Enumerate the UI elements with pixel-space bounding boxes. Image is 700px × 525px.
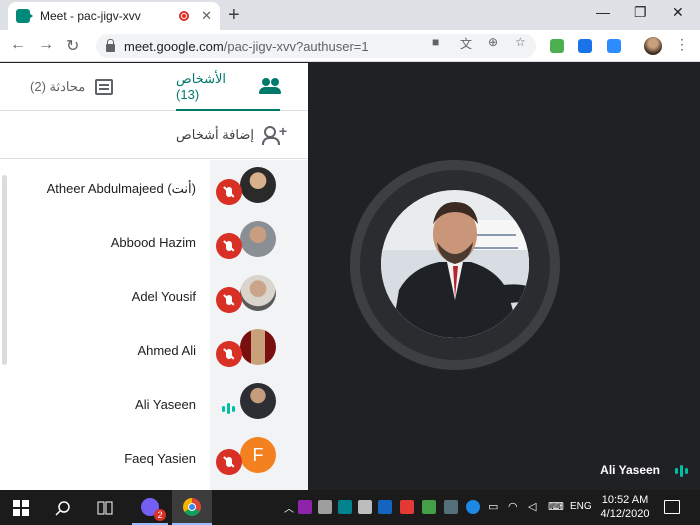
notification-badge: 2 (154, 508, 166, 521)
people-tab-label: الأشخاص (13) (176, 70, 226, 102)
speaker-video-portrait (381, 190, 529, 338)
avatar (240, 221, 276, 257)
mic-off-icon (216, 233, 242, 259)
tab-chat[interactable]: محادثة (2) (30, 63, 114, 111)
tray-app-icon[interactable] (318, 500, 332, 514)
url-path: /pac-jigv-xvv?authuser=1 (223, 38, 369, 54)
mic-off-icon (216, 179, 242, 205)
chrome-taskbar-icon[interactable] (172, 490, 212, 525)
tab-close-icon[interactable]: ✕ (201, 8, 212, 24)
browser-tab[interactable]: Meet - pac-jigv-xvv ✕ (8, 2, 220, 30)
scrollbar[interactable] (2, 175, 7, 365)
battery-icon[interactable]: ▭ (488, 500, 502, 514)
avatar (240, 383, 276, 419)
chat-icon (95, 79, 114, 95)
participant-name: Adel Yousif (131, 289, 196, 304)
zoom-extension-icon[interactable] (607, 39, 621, 53)
tab-people[interactable]: الأشخاص (13) (176, 63, 282, 111)
participant-name: Atheer Abdulmajeed (أنت) (46, 181, 196, 196)
tray-app-icon[interactable] (298, 500, 312, 514)
profile-avatar[interactable] (644, 37, 662, 55)
participant-name: Ali Yaseen (135, 397, 196, 412)
clock-date: 4/12/2020 (600, 508, 650, 520)
tray-app-icon[interactable] (358, 500, 372, 514)
bluetooth-icon[interactable] (466, 500, 480, 514)
people-panel: الأشخاص (13) محادثة (2) إضافة أشخاص + At… (0, 63, 308, 490)
extension-icon[interactable] (578, 39, 592, 53)
avatar (240, 329, 276, 365)
camera-icon[interactable]: ■ (432, 35, 439, 49)
speaking-indicator-icon (675, 465, 688, 477)
url-host: meet.google.com (124, 38, 224, 54)
speaker-name-label: Ali Yaseen (600, 463, 660, 477)
windows-start-icon[interactable] (8, 490, 34, 525)
clock-time: 10:52 AM (601, 494, 649, 506)
lock-icon (106, 38, 115, 52)
url-text: meet.google.com/pac-jigv-xvv?authuser=1 (124, 39, 369, 54)
action-center-icon[interactable] (664, 500, 680, 514)
task-view-icon[interactable] (92, 490, 118, 525)
search-icon[interactable] (50, 490, 76, 525)
add-people-button[interactable]: إضافة أشخاص + (0, 111, 308, 159)
tray-app-icon[interactable] (338, 500, 352, 514)
recording-indicator-icon (179, 11, 190, 21)
participant-row[interactable]: Atheer Abdulmajeed (أنت) (8, 163, 308, 217)
tray-app-icon[interactable] (400, 500, 414, 514)
show-hidden-icons-chevron-icon[interactable]: ︿ (284, 500, 294, 515)
avatar (240, 167, 276, 203)
language-indicator[interactable]: ENG (570, 501, 592, 512)
wifi-icon[interactable]: ◠ (508, 500, 522, 514)
volume-icon[interactable]: ◁ (528, 500, 542, 514)
avatar-initial: F (240, 437, 276, 473)
mic-off-icon (216, 449, 242, 475)
translate-icon[interactable]: 文 (460, 35, 472, 52)
tab-title: Meet - pac-jigv-xvv (40, 9, 141, 23)
add-person-icon: + (262, 123, 287, 145)
panel-tabs: الأشخاص (13) محادثة (2) (0, 63, 308, 111)
extension-icon[interactable] (550, 39, 564, 53)
viber-taskbar-icon[interactable]: 2 (132, 490, 168, 525)
participant-row[interactable]: Ali Yaseen (8, 379, 308, 433)
avatar (240, 275, 276, 311)
meet-favicon-icon (16, 9, 33, 23)
close-window-button[interactable]: ✕ (672, 4, 684, 21)
participant-row[interactable]: Abbood Hazim (8, 217, 308, 271)
participant-name: Ahmed Ali (137, 343, 196, 358)
reload-icon[interactable]: ↻ (66, 36, 79, 56)
participant-name: Abbood Hazim (110, 235, 196, 250)
tray-app-icon[interactable] (422, 500, 436, 514)
participant-name: Faeq Yasien (124, 451, 196, 466)
restore-button[interactable]: ❐ (634, 4, 647, 21)
ime-icon[interactable]: ⌨ (548, 500, 564, 514)
minimize-button[interactable]: — (596, 4, 610, 20)
zoom-icon[interactable]: ⊕ (488, 35, 498, 49)
clock[interactable]: 10:52 AM 4/12/2020 (598, 493, 652, 521)
forward-icon[interactable]: → (38, 36, 54, 54)
participant-row[interactable]: Ahmed Ali (8, 325, 308, 379)
participant-row[interactable]: Faeq Yasien F (8, 433, 308, 487)
browser-toolbar: ← → ↻ meet.google.com/pac-jigv-xvv?authu… (0, 30, 700, 62)
mic-off-icon (216, 287, 242, 313)
mic-off-icon (216, 341, 242, 367)
tray-app-icon[interactable] (378, 500, 392, 514)
bookmark-star-icon[interactable]: ☆ (515, 35, 526, 49)
participant-row[interactable]: Adel Yousif (8, 271, 308, 325)
back-icon[interactable]: ← (10, 36, 26, 54)
taskbar: 2 ︿ ▭ ◠ ◁ ⌨ ENG 10:52 AM 4/12/2020 (0, 490, 700, 525)
add-people-label: إضافة أشخاص (176, 126, 254, 142)
speaking-indicator-icon (222, 403, 235, 414)
browser-tab-strip: Meet - pac-jigv-xvv ✕ + — ❐ ✕ (0, 0, 700, 30)
video-stage: Ali Yaseen (308, 63, 700, 490)
tray-app-icon[interactable] (444, 500, 458, 514)
people-icon (258, 78, 282, 94)
screen: Meet - pac-jigv-xvv ✕ + — ❐ ✕ ← → ↻ meet… (0, 0, 700, 525)
new-tab-button[interactable]: + (228, 4, 240, 27)
browser-menu-icon[interactable]: ⋮ (675, 36, 689, 53)
chat-tab-label: محادثة (2) (30, 79, 86, 94)
